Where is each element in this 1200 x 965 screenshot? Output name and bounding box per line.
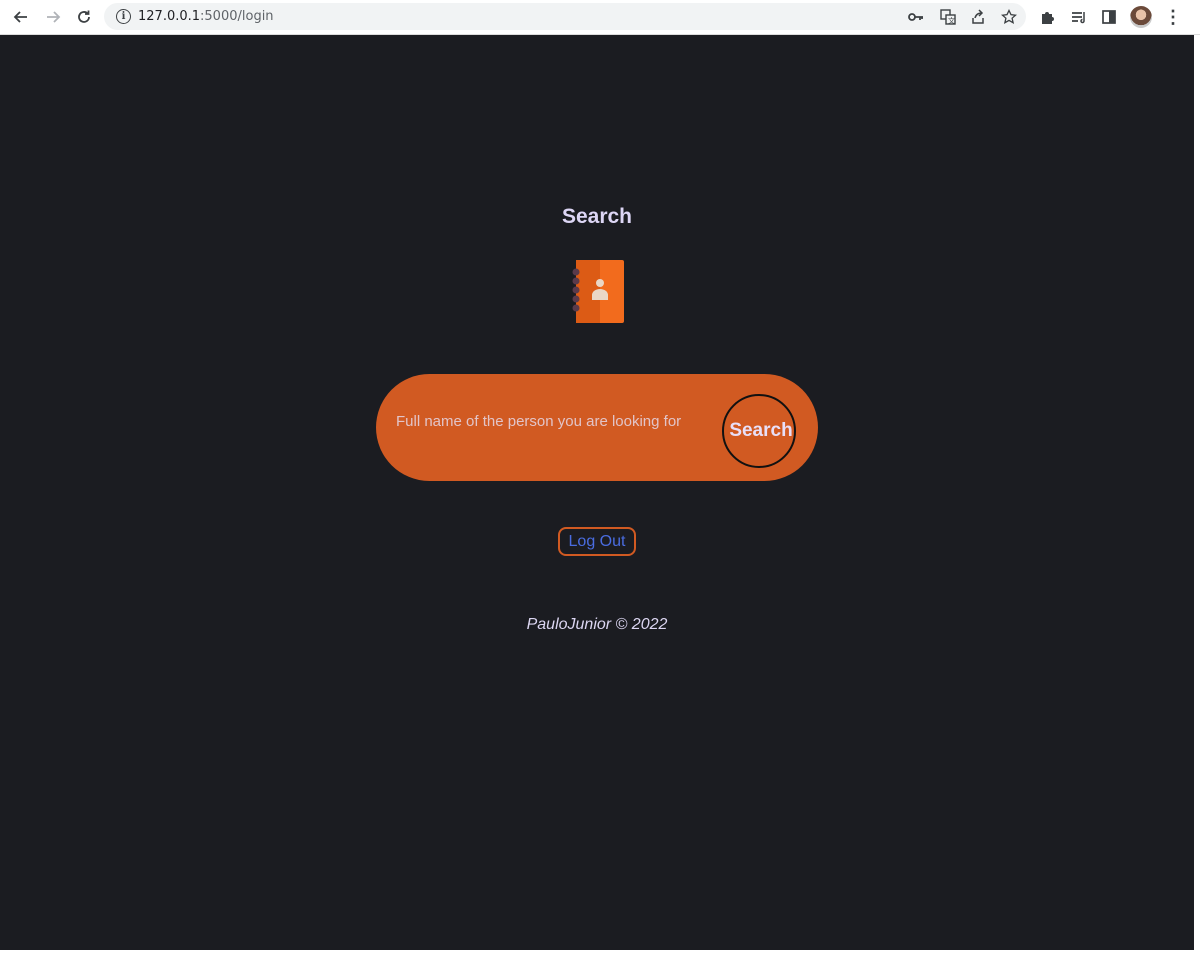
url-path: :5000/login <box>200 9 274 24</box>
puzzle-icon[interactable] <box>1036 5 1060 29</box>
share-icon[interactable] <box>968 7 988 27</box>
url-text[interactable]: 127.0.0.1:5000/login <box>138 9 274 24</box>
back-button[interactable] <box>9 5 33 29</box>
info-icon[interactable]: i <box>116 9 131 24</box>
search-input[interactable] <box>396 406 696 436</box>
kebab-menu-icon[interactable]: ⋮ <box>1163 5 1183 29</box>
url-host: 127.0.0.1 <box>138 9 201 24</box>
window-edge <box>1194 35 1200 965</box>
page-content: Search Search Log Out PauloJunior © 2022 <box>0 35 1194 950</box>
key-icon[interactable] <box>906 7 926 27</box>
footer-copyright: PauloJunior © 2022 <box>526 616 668 633</box>
star-icon[interactable] <box>999 7 1019 27</box>
page-title: Search <box>561 205 633 228</box>
address-book-icon <box>572 260 624 323</box>
search-form: Search <box>376 374 818 481</box>
browser-toolbar: i 127.0.0.1:5000/login 文 ⋮ <box>0 0 1200 35</box>
svg-text:文: 文 <box>948 16 955 25</box>
reload-button[interactable] <box>72 5 96 29</box>
window-edge-bottom <box>0 950 1200 965</box>
address-bar[interactable]: i 127.0.0.1:5000/login 文 <box>104 3 1026 30</box>
reload-icon <box>78 10 90 23</box>
search-button[interactable]: Search <box>722 394 796 468</box>
translate-icon[interactable]: 文 <box>938 7 958 27</box>
logout-button[interactable]: Log Out <box>558 527 636 556</box>
arrow-left-icon <box>13 11 27 23</box>
avatar[interactable] <box>1130 6 1152 28</box>
forward-button[interactable] <box>41 5 65 29</box>
reading-list-icon[interactable] <box>1067 5 1091 29</box>
side-panel-icon[interactable] <box>1097 5 1121 29</box>
arrow-right-icon <box>47 11 61 23</box>
